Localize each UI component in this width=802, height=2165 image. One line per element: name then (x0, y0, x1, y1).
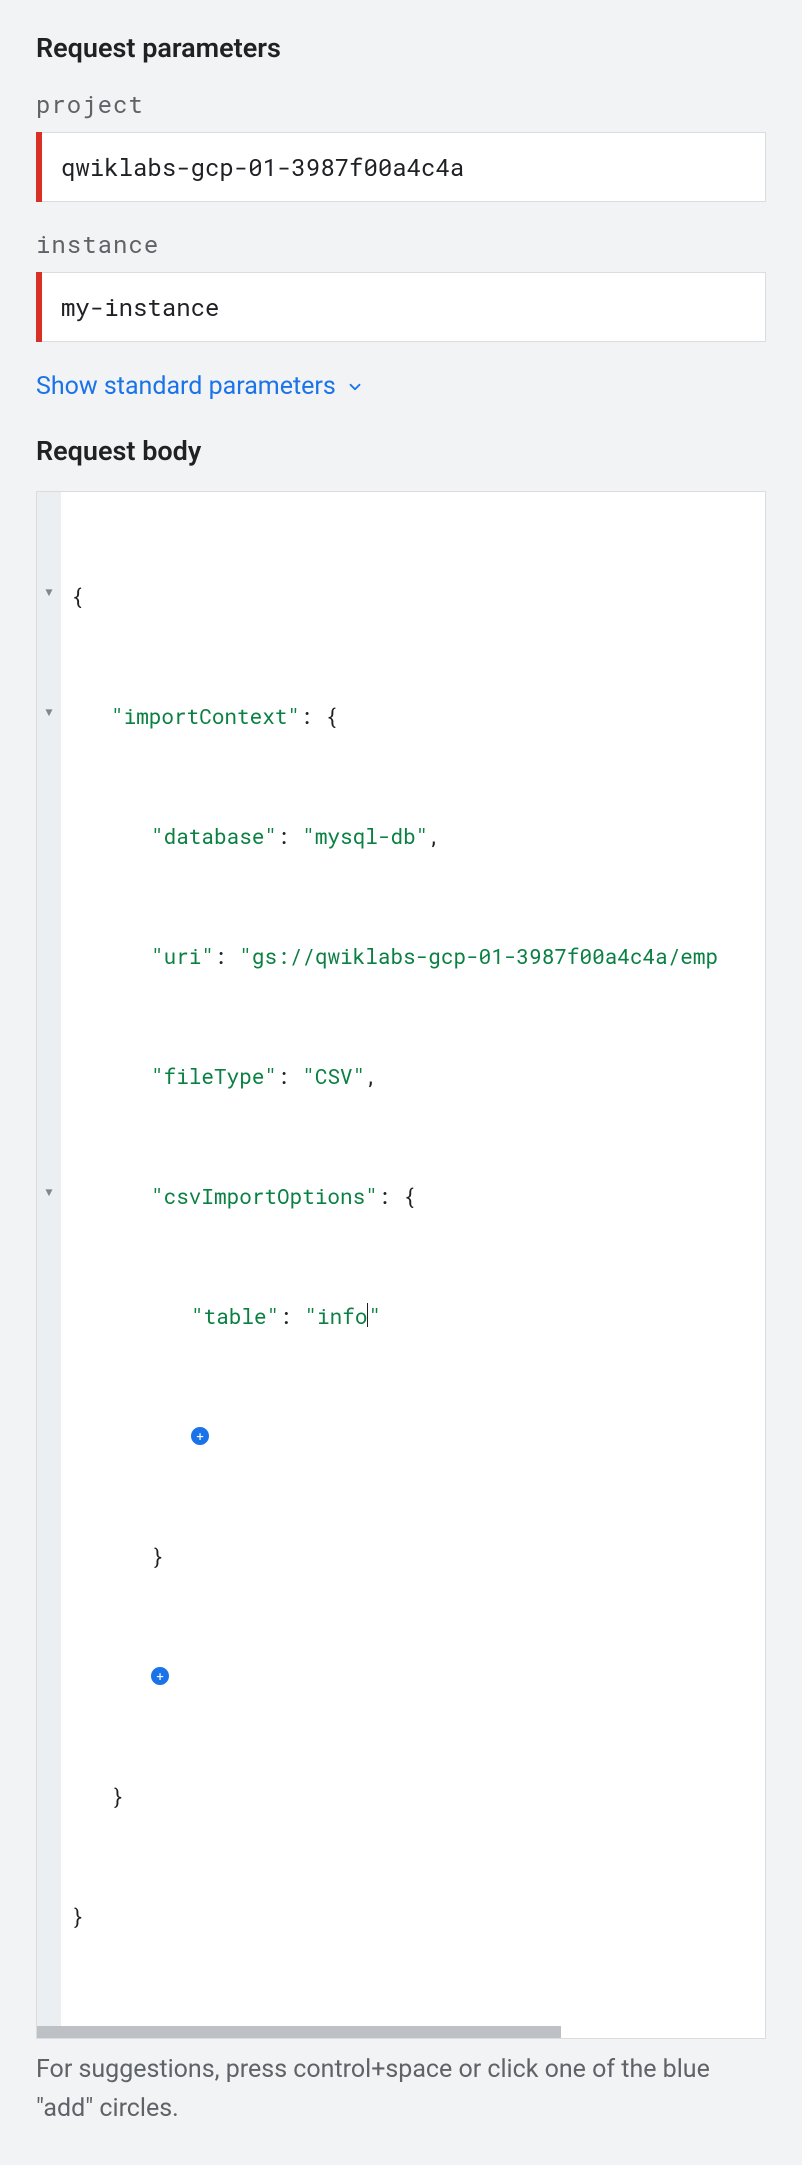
scrollbar-thumb[interactable] (37, 2026, 561, 2038)
project-input[interactable] (36, 132, 766, 202)
show-standard-parameters-label: Show standard parameters (36, 372, 336, 401)
json-key: "fileType" (151, 1056, 277, 1096)
show-standard-parameters-link[interactable]: Show standard parameters (36, 372, 766, 401)
json-key: "table" (191, 1296, 279, 1336)
add-property-button[interactable]: + (151, 1667, 169, 1685)
json-value: "mysql-db" (302, 816, 428, 856)
json-editor[interactable]: ▼ ▼ ▼ { "importContext": { "database": "… (36, 491, 766, 2039)
json-key: "database" (151, 816, 277, 856)
editor-gutter: ▼ ▼ ▼ (37, 492, 61, 2026)
brace: } (111, 1776, 124, 1816)
json-value: "CSV" (302, 1056, 365, 1096)
instance-input-wrap (36, 272, 766, 342)
fold-toggle-icon[interactable]: ▼ (37, 1172, 61, 1212)
instance-label: instance (36, 228, 766, 260)
request-body-heading: Request body (36, 435, 766, 467)
json-value: "gs://qwiklabs-gcp-01-3987f00a4c4a/emp (239, 936, 718, 976)
required-indicator (36, 132, 42, 202)
editor-code[interactable]: { "importContext": { "database": "mysql-… (61, 492, 718, 2026)
chevron-down-icon (346, 378, 364, 396)
json-key: "importContext" (111, 696, 300, 736)
horizontal-scrollbar[interactable] (37, 2026, 765, 2038)
editor-hint-text: For suggestions, press control+space or … (36, 2051, 766, 2129)
required-indicator (36, 272, 42, 342)
project-input-wrap (36, 132, 766, 202)
instance-input[interactable] (36, 272, 766, 342)
brace: } (71, 1896, 84, 1936)
fold-toggle-icon[interactable]: ▼ (37, 692, 61, 732)
brace: { (71, 576, 84, 616)
json-key: "csvImportOptions" (151, 1176, 378, 1216)
request-parameters-heading: Request parameters (36, 32, 766, 64)
project-label: project (36, 88, 766, 120)
json-key: "uri" (151, 936, 214, 976)
fold-toggle-icon[interactable]: ▼ (37, 572, 61, 612)
brace: } (151, 1536, 164, 1576)
add-property-button[interactable]: + (191, 1427, 209, 1445)
json-value: "info (304, 1296, 367, 1336)
